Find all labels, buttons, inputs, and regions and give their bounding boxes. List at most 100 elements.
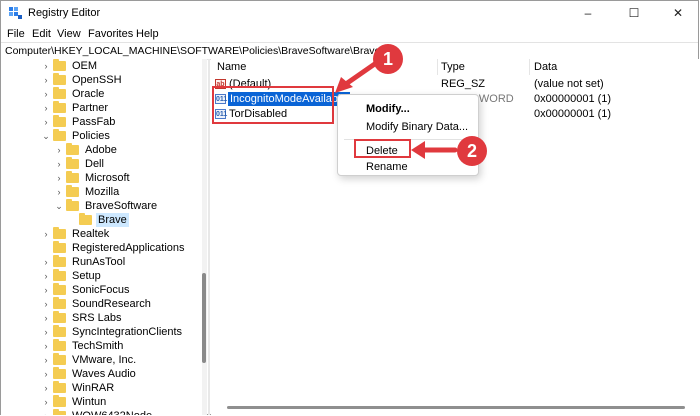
- values-horizontal-scrollbar[interactable]: [227, 406, 685, 409]
- folder-icon: [53, 269, 66, 281]
- folder-icon: [53, 409, 66, 415]
- menu-item-modify-binary[interactable]: Modify Binary Data...: [366, 121, 468, 133]
- tree-item-vmware-inc-[interactable]: › VMware, Inc.: [41, 353, 206, 367]
- chevron-right-icon[interactable]: ›: [41, 61, 51, 71]
- tree-item-registeredapplications[interactable]: RegisteredApplications: [41, 241, 206, 255]
- chevron-right-icon[interactable]: ›: [54, 187, 64, 197]
- chevron-right-icon[interactable]: ›: [41, 271, 51, 281]
- tree-item-runastool[interactable]: › RunAsTool: [41, 255, 206, 269]
- folder-icon: [53, 115, 66, 127]
- context-menu: Modify... Modify Binary Data... Delete R…: [337, 94, 479, 176]
- tree-item-adobe[interactable]: › Adobe: [54, 143, 206, 157]
- tree-item-soundresearch[interactable]: › SoundResearch: [41, 297, 206, 311]
- chevron-down-icon[interactable]: ⌄: [54, 201, 64, 211]
- chevron-right-icon[interactable]: ›: [41, 313, 51, 323]
- chevron-right-icon[interactable]: ›: [41, 411, 51, 415]
- chevron-right-icon[interactable]: ›: [41, 355, 51, 365]
- column-header-type[interactable]: Type: [441, 59, 465, 75]
- chevron-right-icon[interactable]: ›: [41, 257, 51, 267]
- tree-item-label: Brave: [96, 213, 129, 227]
- chevron-right-icon[interactable]: ›: [54, 173, 64, 183]
- tree-item-winrar[interactable]: › WinRAR: [41, 381, 206, 395]
- close-button[interactable]: ✕: [656, 1, 700, 25]
- menu-view[interactable]: View: [57, 28, 81, 40]
- chevron-right-icon[interactable]: ›: [41, 117, 51, 127]
- chevron-right-icon[interactable]: ›: [41, 299, 51, 309]
- tree-item-label: Microsoft: [85, 172, 130, 184]
- chevron-right-icon[interactable]: ›: [41, 89, 51, 99]
- folder-icon: [66, 199, 79, 211]
- tree-item-policies[interactable]: ⌄ Policies: [41, 129, 206, 143]
- chevron-right-icon[interactable]: ›: [54, 145, 64, 155]
- tree-item-label: Adobe: [85, 144, 117, 156]
- menu-edit[interactable]: Edit: [32, 28, 51, 40]
- tree-item-wow6432node[interactable]: › WOW6432Node: [41, 409, 206, 415]
- tree-item-label: WOW6432Node: [70, 409, 154, 415]
- chevron-right-icon[interactable]: ›: [41, 285, 51, 295]
- chevron-down-icon[interactable]: ⌄: [41, 131, 51, 141]
- tree-item-syncintegrationclients[interactable]: › SyncIntegrationClients: [41, 325, 206, 339]
- tree-item-label: VMware, Inc.: [72, 354, 137, 366]
- menu-favorites[interactable]: Favorites: [88, 28, 133, 40]
- folder-icon: [53, 311, 66, 323]
- tree-item-label: PassFab: [72, 116, 116, 128]
- minimize-button[interactable]: –: [566, 1, 610, 25]
- chevron-right-icon[interactable]: ›: [54, 159, 64, 169]
- menu-help[interactable]: Help: [136, 28, 159, 40]
- tree-item-bravesoftware[interactable]: ⌄ BraveSoftware: [54, 199, 206, 213]
- chevron-right-icon[interactable]: ›: [41, 229, 51, 239]
- column-divider[interactable]: [529, 59, 530, 75]
- tree-item-dell[interactable]: › Dell: [54, 157, 206, 171]
- menu-file[interactable]: File: [7, 28, 25, 40]
- tree-scrollbar[interactable]: [202, 59, 207, 415]
- menu-item-rename[interactable]: Rename: [366, 161, 408, 173]
- step-badge-2: 2: [457, 136, 487, 166]
- chevron-right-icon[interactable]: ›: [41, 383, 51, 393]
- tree-item-brave[interactable]: Brave: [67, 213, 206, 227]
- menu-item-modify[interactable]: Modify...: [366, 103, 410, 115]
- tree-item-label: RunAsTool: [72, 256, 126, 268]
- tree-item-label: OpenSSH: [72, 74, 122, 86]
- tree-item-srs-labs[interactable]: › SRS Labs: [41, 311, 206, 325]
- tree-item-wintun[interactable]: › Wintun: [41, 395, 206, 409]
- tree-item-openssh[interactable]: › OpenSSH: [41, 73, 206, 87]
- tree-scrollbar-thumb[interactable]: [202, 273, 206, 363]
- chevron-right-icon[interactable]: ›: [41, 103, 51, 113]
- tree-item-sonicfocus[interactable]: › SonicFocus: [41, 283, 206, 297]
- arrow-2-icon: [411, 141, 458, 159]
- tree-item-oem[interactable]: › OEM: [41, 59, 206, 73]
- tree-item-partner[interactable]: › Partner: [41, 101, 206, 115]
- chevron-right-icon[interactable]: [41, 243, 51, 253]
- key-tree[interactable]: › OEM › OpenSSH › Oracle › Partner › PassFab ⌄ Poli…: [1, 59, 206, 415]
- column-header-name[interactable]: Name: [217, 59, 246, 75]
- tree-item-passfab[interactable]: › PassFab: [41, 115, 206, 129]
- tree-item-label: OEM: [72, 60, 98, 72]
- folder-icon: [79, 213, 92, 225]
- tree-item-oracle[interactable]: › Oracle: [41, 87, 206, 101]
- tree-item-microsoft[interactable]: › Microsoft: [54, 171, 206, 185]
- folder-icon: [53, 395, 66, 407]
- chevron-right-icon[interactable]: ›: [41, 341, 51, 351]
- chevron-right-icon[interactable]: ›: [41, 327, 51, 337]
- address-path: Computer\HKEY_LOCAL_MACHINE\SOFTWARE\Pol…: [5, 45, 381, 57]
- tree-item-realtek[interactable]: › Realtek: [41, 227, 206, 241]
- menu-bar: File Edit View Favorites Help: [1, 25, 698, 43]
- tree-item-setup[interactable]: › Setup: [41, 269, 206, 283]
- folder-icon: [53, 367, 66, 379]
- chevron-right-icon[interactable]: ›: [41, 75, 51, 85]
- tree-item-techsmith[interactable]: › TechSmith: [41, 339, 206, 353]
- pane-splitter[interactable]: [208, 59, 210, 415]
- tree-item-waves-audio[interactable]: › Waves Audio: [41, 367, 206, 381]
- chevron-right-icon[interactable]: ›: [41, 397, 51, 407]
- chevron-right-icon[interactable]: ›: [41, 369, 51, 379]
- folder-icon: [53, 339, 66, 351]
- tree-item-mozilla[interactable]: › Mozilla: [54, 185, 206, 199]
- highlight-box-delete: [354, 139, 411, 158]
- chevron-right-icon[interactable]: [67, 215, 77, 225]
- maximize-button[interactable]: ☐: [612, 1, 656, 25]
- tree-item-label: Setup: [72, 270, 101, 282]
- column-header-data[interactable]: Data: [534, 59, 557, 75]
- folder-icon: [66, 143, 79, 155]
- column-divider[interactable]: [437, 59, 438, 75]
- tree-item-label: Policies: [72, 130, 110, 142]
